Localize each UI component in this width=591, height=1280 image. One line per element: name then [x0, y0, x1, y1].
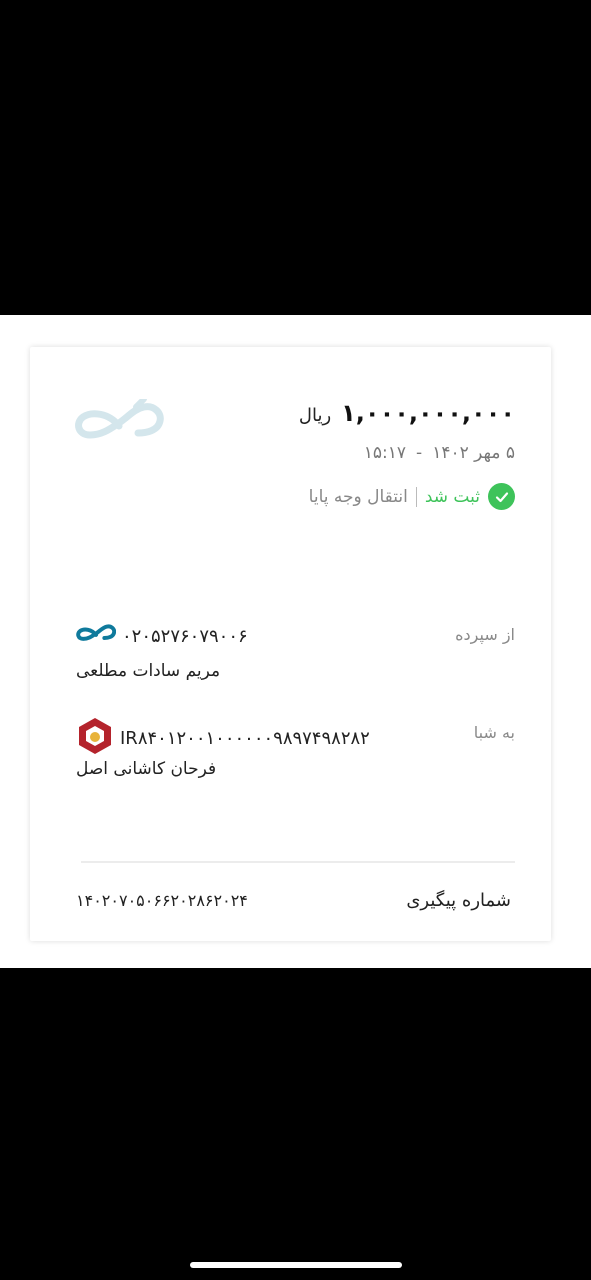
- divider: [81, 861, 515, 863]
- status-divider: [415, 486, 417, 507]
- transaction-date: ۵ مهر ۱۴۰۲: [432, 443, 515, 463]
- home-indicator[interactable]: [190, 1262, 402, 1268]
- receipt-card: ۱,۰۰۰,۰۰۰,۰۰۰ ریال ۵ مهر ۱۴۰۲ - ۱۵:۱۷ ثب…: [30, 347, 551, 941]
- to-account-holder: فرحان کاشانی اصل: [76, 759, 217, 779]
- amount-value: ۱,۰۰۰,۰۰۰,۰۰۰: [341, 399, 515, 427]
- from-account-label: از سپرده: [455, 625, 515, 644]
- transaction-time: ۱۵:۱۷: [363, 443, 407, 463]
- melli-bank-logo-icon: [76, 717, 114, 759]
- infinity-bank-logo-icon: [74, 396, 164, 453]
- to-iban-label: به شبا: [473, 723, 515, 742]
- receipt-sheet: ۱,۰۰۰,۰۰۰,۰۰۰ ریال ۵ مهر ۱۴۰۲ - ۱۵:۱۷ ثب…: [0, 315, 591, 968]
- status-row: ثبت شد انتقال وجه پایا: [309, 483, 515, 510]
- infinity-bank-small-icon: [76, 623, 117, 649]
- to-iban-row: IR۸۴۰۱۲۰۰۱۰۰۰۰۰۰۹۸۹۷۴۹۸۲۸۲: [76, 717, 370, 759]
- from-account-row: ۰۲۰۵۲۷۶۰۷۹۰۰۶: [76, 623, 248, 649]
- check-circle-icon: [488, 483, 515, 510]
- tracking-label: شماره پیگیری: [406, 890, 511, 911]
- status-badge: ثبت شد: [424, 486, 480, 507]
- tracking-number: ۱۴۰۲۰۷۰۵۰۶۶۲۰۲۸۶۲۰۲۴: [76, 891, 248, 910]
- datetime-separator: -: [416, 443, 423, 463]
- currency-label: ریال: [298, 405, 332, 426]
- amount-row: ۱,۰۰۰,۰۰۰,۰۰۰ ریال: [299, 399, 515, 427]
- from-account-holder: مریم سادات مطلعی: [76, 661, 221, 681]
- transaction-datetime: ۵ مهر ۱۴۰۲ - ۱۵:۱۷: [364, 443, 515, 463]
- to-iban-number: IR۸۴۰۱۲۰۰۱۰۰۰۰۰۰۹۸۹۷۴۹۸۲۸۲: [120, 727, 370, 749]
- transaction-type: انتقال وجه پایا: [308, 486, 408, 507]
- from-account-number: ۰۲۰۵۲۷۶۰۷۹۰۰۶: [122, 625, 248, 647]
